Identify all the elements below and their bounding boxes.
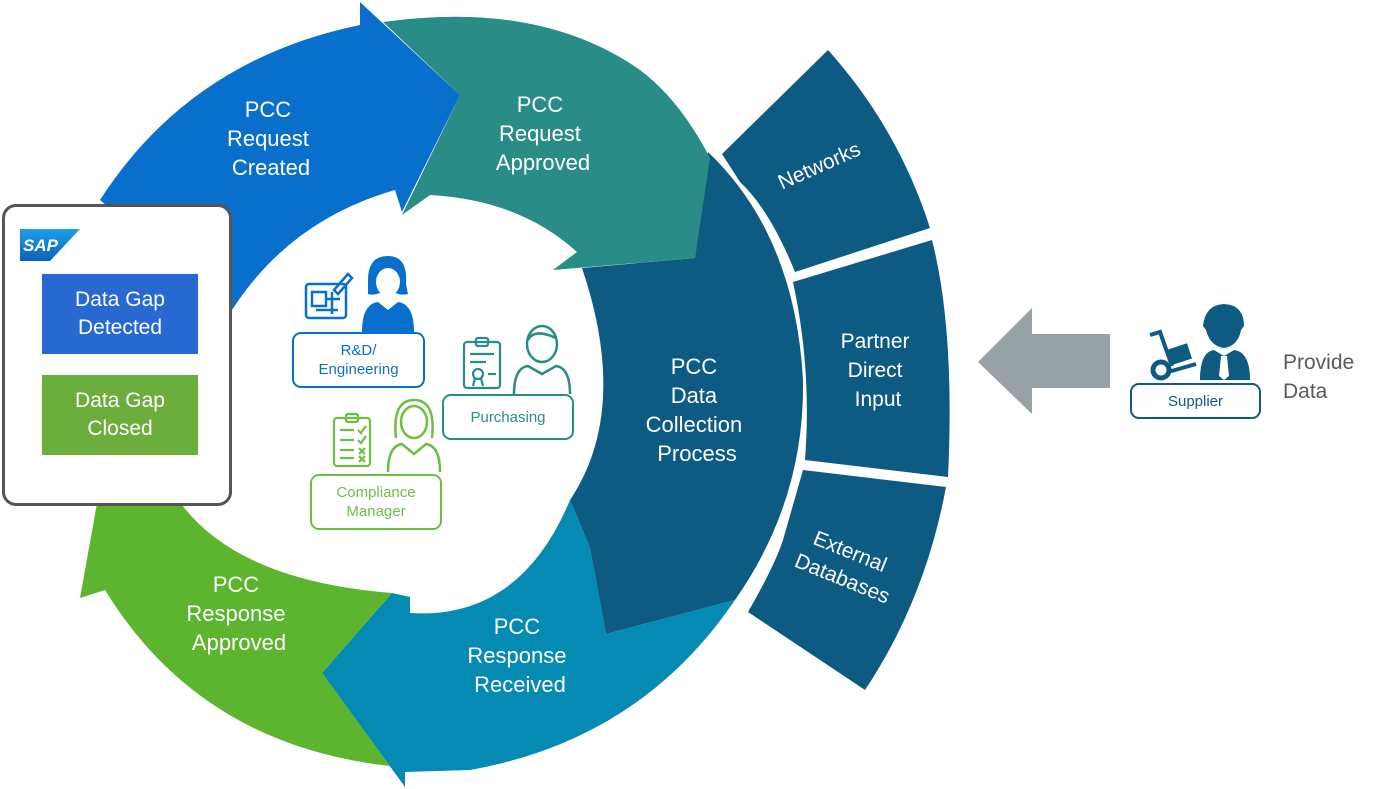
sap-panel: SAP Data Gap Detected Data Gap Closed — [2, 204, 232, 506]
role-compliance-manager: Compliance Manager — [310, 396, 445, 534]
supplier-person-icon — [1200, 304, 1250, 380]
supplier-label: Supplier — [1130, 383, 1261, 419]
data-gap-detected-box: Data Gap Detected — [42, 274, 198, 354]
checklist-clipboard-icon — [332, 412, 372, 468]
provide-data-line1: Provide — [1283, 351, 1355, 374]
man-icon — [512, 324, 572, 394]
certificate-clipboard-icon — [462, 336, 502, 390]
rd-engineering-label: R&D/ Engineering — [292, 332, 425, 388]
rd-engineer-icon — [304, 256, 414, 332]
provide-data-line2: Data — [1283, 380, 1328, 403]
compliance-manager-icon — [332, 398, 442, 472]
hand-truck-icon — [1149, 329, 1197, 381]
role-purchasing: Purchasing — [440, 322, 575, 442]
role-rd-engineering: R&D/ Engineering — [292, 254, 427, 390]
purchasing-icon — [462, 324, 572, 394]
data-gap-detected-label: Data Gap Detected — [75, 288, 165, 339]
supplier-icon — [1149, 304, 1250, 381]
provide-data-text: Provide Data — [1283, 348, 1354, 406]
purchasing-label: Purchasing — [442, 394, 574, 440]
compliance-manager-label: Compliance Manager — [310, 474, 442, 530]
provide-data-arrow — [978, 308, 1110, 414]
sap-logo: SAP — [20, 229, 80, 261]
svg-text:SAP: SAP — [23, 236, 59, 255]
woman-icon — [386, 398, 442, 472]
woman-icon — [362, 256, 414, 332]
blueprint-icon — [304, 272, 354, 320]
data-gap-closed-label: Data Gap Closed — [75, 389, 165, 440]
data-gap-closed-box: Data Gap Closed — [42, 375, 198, 455]
